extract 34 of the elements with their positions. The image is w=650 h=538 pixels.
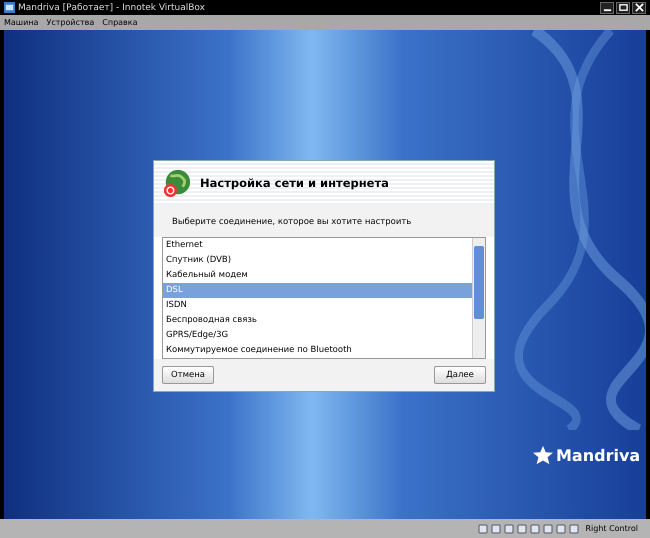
status-icon[interactable] [569, 524, 580, 534]
scrollbar[interactable] [472, 238, 485, 358]
status-icon[interactable] [543, 524, 554, 534]
status-icon[interactable] [556, 524, 566, 534]
close-button[interactable] [632, 2, 646, 14]
list-item[interactable]: Ethernet [163, 238, 472, 253]
window-title: Mandriva [Работает] - Innotek VirtualBox [18, 2, 205, 12]
dialog-button[interactable]: Далее [434, 366, 486, 384]
globe-icon [162, 168, 192, 198]
star-icon [532, 445, 554, 465]
list-item[interactable]: GPRS/Edge/3G [163, 328, 472, 343]
list-item[interactable]: Спутник (DVB) [163, 253, 472, 268]
dialog-title: Настройка сети и интернета [200, 176, 389, 190]
list-item[interactable]: ISDN [163, 298, 472, 313]
prompt-text: Выберите соединение, которое вы хотите настроить [154, 205, 494, 237]
list-item[interactable]: Кабельный модем [163, 268, 472, 283]
status-icon[interactable] [504, 524, 514, 534]
dialog-button[interactable]: Отмена [162, 366, 214, 384]
status-icon[interactable] [478, 524, 488, 534]
close-icon [634, 3, 644, 12]
maximize-icon [618, 3, 628, 12]
status-icon[interactable] [530, 524, 540, 534]
logo-text: Mandriva [556, 446, 640, 464]
status-icon[interactable] [491, 524, 502, 534]
menu-item[interactable]: Справка [102, 18, 138, 27]
list-item[interactable]: Беспроводная связь [163, 313, 472, 328]
host-key-label: Right Control [585, 524, 638, 533]
maximize-button[interactable] [616, 2, 630, 14]
minimize-button[interactable] [600, 2, 614, 14]
menu-item[interactable]: Устройства [46, 18, 94, 27]
list-item[interactable]: Коммутируемое соединение по Bluetooth [163, 343, 472, 358]
menu-item[interactable]: Машина [4, 18, 38, 27]
app-icon [4, 2, 15, 13]
status-icon[interactable] [517, 524, 528, 534]
